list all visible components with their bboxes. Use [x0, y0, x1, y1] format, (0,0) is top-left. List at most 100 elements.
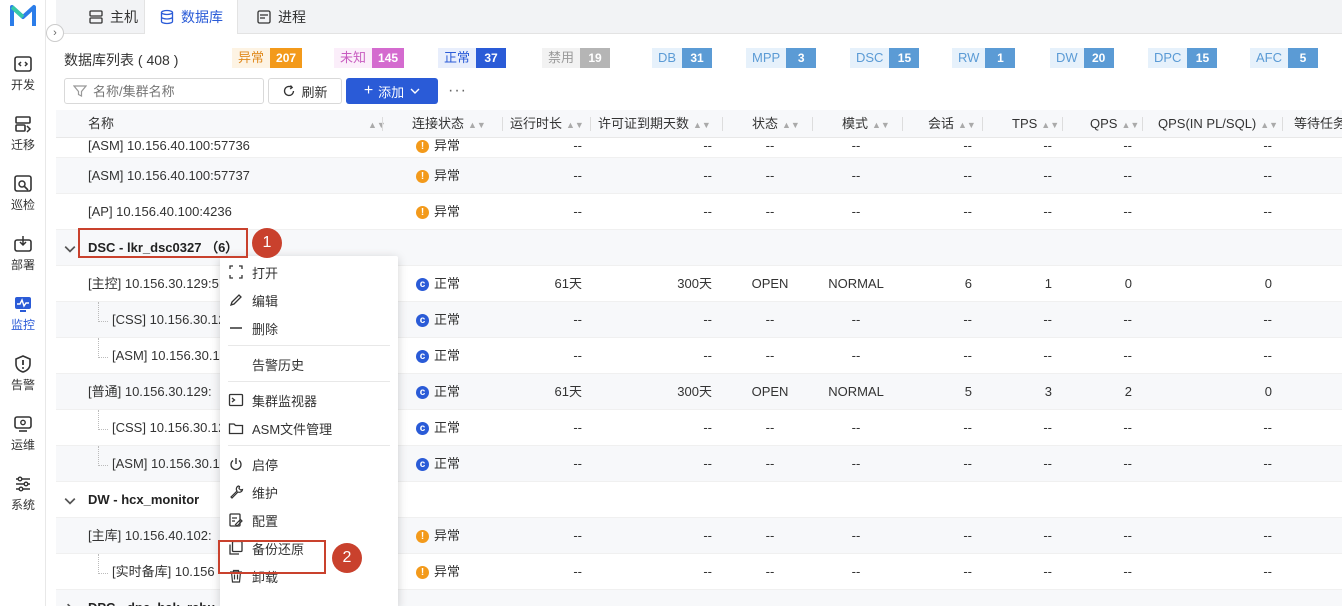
- column-header-tps[interactable]: TPS ▲▼: [1012, 110, 1059, 138]
- sidebar-item-dev[interactable]: 开发: [0, 50, 46, 100]
- license-days-value: --: [703, 312, 712, 327]
- chevron-down-icon[interactable]: [64, 482, 76, 518]
- chevron-right-icon[interactable]: [64, 590, 76, 606]
- menu-item[interactable]: 编辑: [220, 286, 398, 314]
- qps-value: 0: [1124, 276, 1132, 291]
- table-row[interactable]: [ASM] 10.156.40.100:57736! 异常 -- -- -- -- -- --…: [56, 138, 1342, 158]
- column-header-license[interactable]: 许可证到期天数 ▲▼: [598, 110, 711, 138]
- stat-count: 145: [372, 48, 405, 68]
- menu-item[interactable]: 告警历史: [220, 350, 398, 378]
- tab-bar: 主机 数据库 进程: [56, 0, 1342, 34]
- mode-value: --: [851, 420, 861, 435]
- column-header-conn[interactable]: 连接状态 ▲▼: [412, 110, 486, 138]
- status-label: 异常: [434, 564, 461, 579]
- sidebar-item-migrate[interactable]: 迁移: [0, 110, 46, 160]
- menu-item-label: 启停: [252, 457, 279, 473]
- app-logo-icon[interactable]: [10, 4, 36, 28]
- ops-icon: [14, 416, 32, 432]
- chevron-down-icon[interactable]: [64, 230, 76, 266]
- stat-count: 5: [1288, 48, 1318, 68]
- qps-value: --: [1123, 312, 1132, 327]
- stat-label: RW: [952, 48, 986, 68]
- column-divider: [722, 117, 723, 131]
- search-input[interactable]: [93, 83, 263, 99]
- status-label: 正常: [434, 312, 461, 327]
- column-divider: [502, 117, 503, 131]
- column-header-uptime[interactable]: 运行时长 ▲▼: [510, 110, 584, 138]
- sidebar-item-deploy[interactable]: 部署: [0, 230, 46, 280]
- connection-status: c 正常: [416, 374, 460, 410]
- tree-connector: [98, 446, 108, 466]
- stat-count: 207: [270, 48, 303, 68]
- ok-icon: c: [416, 457, 429, 471]
- menu-divider: [228, 381, 390, 382]
- search-box[interactable]: [64, 78, 264, 104]
- add-button[interactable]: + 添加: [346, 78, 438, 104]
- table-row[interactable]: [ASM] 10.156.40.100:57737! 异常 -- -- -- -- -- --…: [56, 158, 1342, 194]
- connection-status: c 正常: [416, 446, 460, 482]
- stat-badge-dsc[interactable]: DSC 15: [850, 48, 920, 68]
- menu-item[interactable]: 维护: [220, 478, 398, 506]
- connection-status: ! 异常: [416, 554, 460, 590]
- menu-item[interactable]: 删除: [220, 314, 398, 342]
- ok-icon: c: [416, 385, 429, 399]
- menu-divider: [228, 445, 390, 446]
- stat-badge-未知[interactable]: 未知 145: [334, 48, 405, 68]
- stat-label: DSC: [850, 48, 890, 68]
- mode-value: --: [851, 138, 861, 153]
- tps-value: --: [1043, 312, 1052, 327]
- column-header-sessions[interactable]: 会话 ▲▼: [928, 110, 976, 138]
- table-row[interactable]: [AP] 10.156.40.100:4236! 异常 -- -- -- -- -- -- --…: [56, 194, 1342, 230]
- stat-badge-dpc[interactable]: DPC 15: [1148, 48, 1218, 68]
- sidebar-item-system[interactable]: 系统: [0, 470, 46, 520]
- sidebar-item-alert[interactable]: 告警: [0, 350, 46, 400]
- menu-item[interactable]: 启停: [220, 450, 398, 478]
- uptime-value: --: [573, 138, 582, 153]
- column-header-waiting-tasks[interactable]: 等待任务: [1294, 110, 1342, 138]
- state-value: --: [765, 528, 775, 543]
- state-value: --: [765, 420, 775, 435]
- stat-badge-dw[interactable]: DW 20: [1050, 48, 1114, 68]
- status-label: 异常: [434, 204, 461, 219]
- menu-item[interactable]: 打开: [220, 258, 398, 286]
- state-value: --: [765, 312, 775, 327]
- menu-item[interactable]: 配置: [220, 506, 398, 534]
- stat-badge-rw[interactable]: RW 1: [952, 48, 1016, 68]
- tab-process[interactable]: 进程: [242, 0, 320, 34]
- column-header-qps[interactable]: QPS ▲▼: [1090, 110, 1139, 138]
- qps-in-plsql-value: 0: [1264, 276, 1272, 291]
- column-header-state[interactable]: 状态 ▲▼: [752, 110, 800, 138]
- process-icon: [257, 10, 271, 24]
- inspect-icon: [14, 175, 32, 192]
- stat-badge-禁用[interactable]: 禁用 19: [542, 48, 611, 68]
- mode-value: NORMAL: [828, 276, 884, 291]
- tab-database[interactable]: 数据库: [144, 0, 238, 34]
- sidebar-item-ops[interactable]: 运维: [0, 410, 46, 460]
- column-header-name[interactable]: 名称: [88, 110, 378, 138]
- sidebar-expand-icon[interactable]: ›: [46, 24, 64, 42]
- stat-badge-mpp[interactable]: MPP 3: [746, 48, 817, 68]
- stat-badge-异常[interactable]: 异常 207: [232, 48, 303, 68]
- menu-item[interactable]: ASM文件管理: [220, 414, 398, 442]
- menu-item-label: ASM文件管理: [252, 421, 333, 437]
- column-header-mode[interactable]: 模式 ▲▼: [842, 110, 890, 138]
- column-header-qps-in-plsql[interactable]: QPS(IN PL/SQL) ▲▼: [1158, 110, 1278, 138]
- stat-badge-db[interactable]: DB 31: [652, 48, 713, 68]
- mode-value: --: [851, 348, 861, 363]
- state-value: OPEN: [751, 276, 789, 291]
- qps-in-plsql-value: --: [1263, 348, 1272, 363]
- refresh-button[interactable]: 刷新: [268, 78, 342, 104]
- menu-item[interactable]: 集群监视器: [220, 386, 398, 414]
- more-actions-button[interactable]: ···: [448, 82, 467, 100]
- sidebar-item-monitor[interactable]: 监控: [0, 290, 46, 340]
- sidebar-item-label: 系统: [10, 498, 35, 512]
- stat-count: 19: [580, 48, 611, 68]
- stat-badge-正常[interactable]: 正常 37: [438, 48, 507, 68]
- qps-in-plsql-value: --: [1263, 312, 1272, 327]
- uptime-value: --: [573, 528, 582, 543]
- menu-item-label: 告警历史: [252, 357, 305, 373]
- tab-host[interactable]: 主机: [74, 0, 152, 34]
- stat-badge-afc[interactable]: AFC 5: [1250, 48, 1318, 68]
- menu-item-label: 删除: [252, 321, 279, 337]
- sidebar-item-inspect[interactable]: 巡检: [0, 170, 46, 220]
